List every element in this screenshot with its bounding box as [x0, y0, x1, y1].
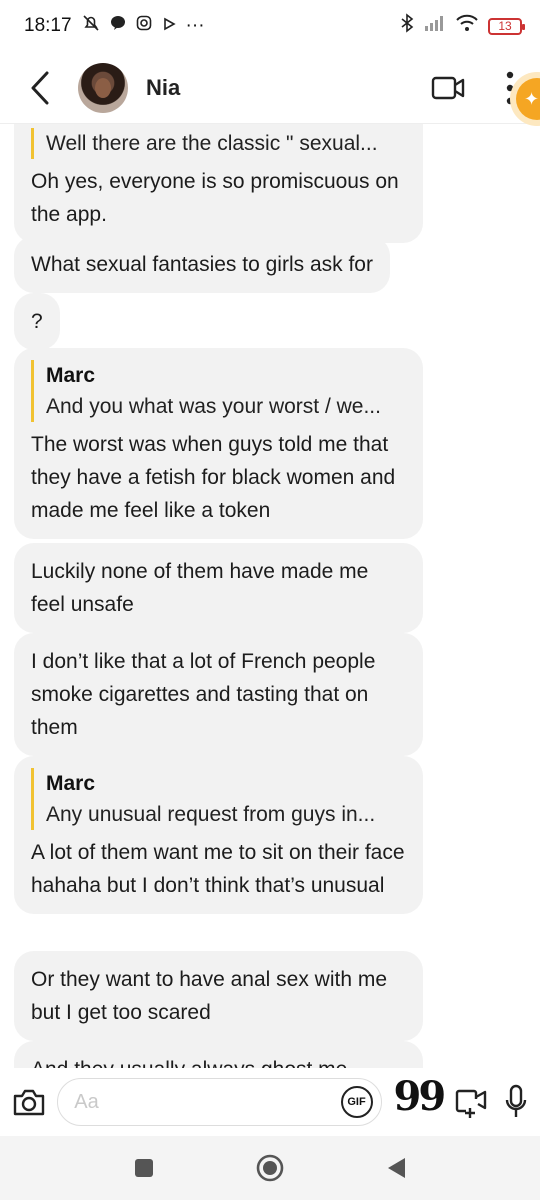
video-message-icon [455, 1089, 487, 1118]
message-bubble[interactable]: Marc Any unusual request from guys in...… [14, 756, 423, 914]
quote-text: Any unusual request from guys in... [46, 803, 376, 826]
message-bubble[interactable]: ? [14, 293, 60, 350]
message-text: The worst was when guys told me that the… [31, 433, 396, 522]
mute-bell-icon [82, 14, 100, 38]
status-more: ··· [185, 15, 205, 36]
message-text: ? [31, 310, 43, 333]
reply-quote: Well there are the classic " sexual... [31, 128, 406, 159]
play-icon [162, 15, 176, 37]
message-text: A lot of them want me to sit on their fa… [31, 841, 405, 897]
camera-button[interactable] [10, 1083, 47, 1121]
message-bubble[interactable]: I don’t like that a lot of French people… [14, 633, 423, 756]
message-bubble[interactable]: Marc And you what was your worst / we...… [14, 348, 423, 539]
contact-name[interactable]: Nia [146, 75, 180, 101]
message-text: Or they want to have anal sex with me bu… [31, 968, 388, 1024]
message-composer: GIF 99 [0, 1068, 540, 1136]
chevron-left-icon [31, 71, 49, 104]
back-nav-button[interactable] [378, 1150, 414, 1186]
star-icon: ✦ [524, 88, 540, 109]
status-right: 13 [400, 13, 525, 39]
message-input-wrapper[interactable]: GIF [57, 1078, 382, 1126]
wifi-icon [456, 14, 478, 38]
message-text: Luckily none of them have made me feel u… [31, 560, 369, 616]
message-text: Oh yes, everyone is so promiscuous on th… [31, 170, 399, 226]
system-navigation-bar [0, 1136, 540, 1200]
status-bar: 18:17 ··· 13 [0, 0, 540, 52]
microphone-button[interactable] [503, 1083, 530, 1121]
reply-quote: Marc And you what was your worst / we... [31, 360, 406, 422]
more-vertical-icon [506, 71, 514, 104]
video-message-button[interactable] [453, 1083, 488, 1121]
circle-home-icon [256, 1154, 284, 1182]
quote-reply-button[interactable]: 99 [394, 1077, 447, 1122]
reply-quote: Marc Any unusual request from guys in... [31, 768, 406, 830]
message-text: And they usually always ghost me [31, 1053, 406, 1068]
message-bubble[interactable]: And they usually always ghost me [14, 1041, 423, 1068]
video-camera-icon [431, 76, 465, 99]
triangle-back-icon [388, 1158, 405, 1178]
status-time: 18:17 [24, 15, 72, 36]
quote-text: Well there are the classic " sexual... [46, 132, 378, 155]
gif-button[interactable]: GIF [340, 1086, 373, 1118]
message-text: What sexual fantasies to girls ask for [31, 253, 373, 276]
quote-author: Marc [46, 772, 96, 795]
camera-icon [13, 1089, 44, 1116]
square-icon [135, 1159, 153, 1177]
message-bubble[interactable]: Well there are the classic " sexual... O… [14, 124, 423, 243]
message-bubble[interactable]: Or they want to have anal sex with me bu… [14, 951, 423, 1041]
chat-header: Nia ✦ [0, 52, 540, 124]
message-text: I don’t like that a lot of French people… [31, 650, 376, 739]
recents-button[interactable] [126, 1150, 162, 1186]
message-input[interactable] [74, 1090, 341, 1114]
back-button[interactable] [14, 62, 66, 114]
avatar[interactable] [78, 62, 128, 113]
chat-bubble-icon [110, 15, 126, 37]
bluetooth-icon [400, 13, 414, 39]
battery-icon: 13 [488, 17, 525, 35]
status-left: 18:17 ··· [24, 14, 205, 38]
quote-author: Marc [46, 364, 96, 387]
home-button[interactable] [252, 1150, 288, 1186]
video-call-button[interactable] [426, 66, 470, 110]
quote-text: And you what was your worst / we... [46, 395, 381, 418]
message-bubble[interactable]: Luckily none of them have made me feel u… [14, 543, 423, 633]
signal-icon [424, 14, 446, 38]
message-list[interactable]: Well there are the classic " sexual... O… [0, 124, 540, 1068]
instagram-icon [136, 15, 152, 37]
message-bubble[interactable]: What sexual fantasies to girls ask for [14, 236, 390, 293]
microphone-icon [506, 1084, 527, 1117]
